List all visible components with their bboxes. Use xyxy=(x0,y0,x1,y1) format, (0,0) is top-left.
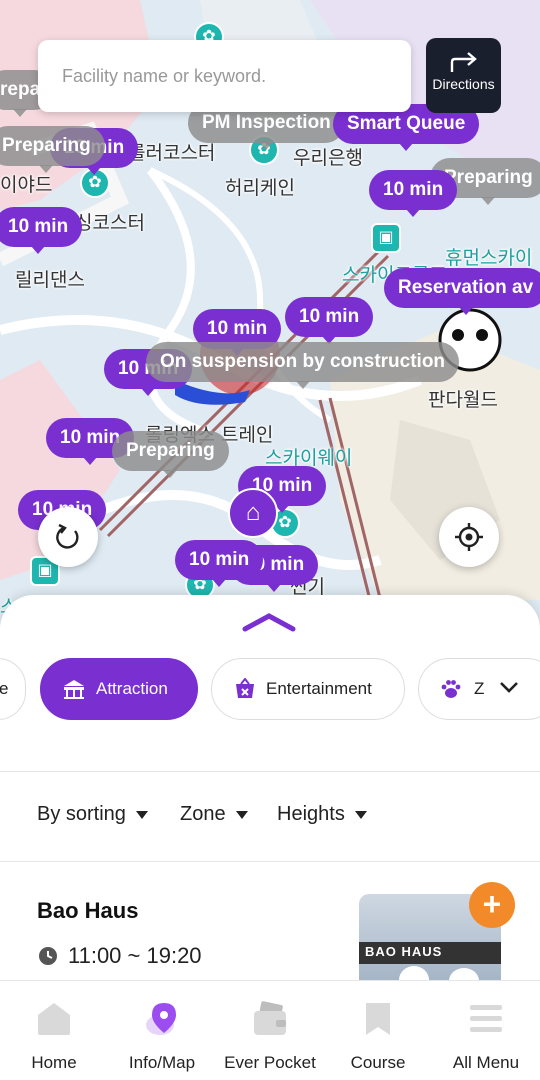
heights-dropdown[interactable]: Heights xyxy=(277,803,367,826)
map-label: 릴리댄스 xyxy=(15,269,85,291)
tab-info-map[interactable]: Info/Map xyxy=(108,981,216,1080)
add-button[interactable]: + xyxy=(469,882,515,928)
map-label: 판다월드 xyxy=(428,389,498,411)
map-label: 이야드 xyxy=(0,174,53,196)
directions-label: Directions xyxy=(432,76,495,92)
carousel-icon xyxy=(64,680,84,699)
wallet-icon xyxy=(254,1001,286,1035)
refresh-icon xyxy=(56,523,79,549)
map-label: 우리은행 xyxy=(293,147,363,169)
search-input[interactable] xyxy=(38,40,411,112)
category-expand-button[interactable] xyxy=(484,665,540,715)
divider xyxy=(0,861,540,862)
park-map[interactable]: ✿ ✿ ✿ ▣ ✿ ▣ ✿ 롤러코스터 우리은행 이야드 허리케인 싱코스터 휴… xyxy=(0,0,540,640)
tab-all-menu[interactable]: All Menu xyxy=(432,981,540,1080)
tab-ever-pocket[interactable]: Ever Pocket xyxy=(216,981,324,1080)
caret-down-icon xyxy=(235,810,248,819)
my-location-button[interactable] xyxy=(439,507,499,567)
category-chip[interactable]: e xyxy=(0,658,26,720)
reservation-pill[interactable]: Reservation av xyxy=(384,268,540,315)
reset-map-button[interactable] xyxy=(38,507,98,567)
bottom-tab-bar: Home Info/Map Ever Pocket Course All Men… xyxy=(0,980,540,1080)
status-pill[interactable]: Preparing xyxy=(112,431,229,478)
wait-time-pill[interactable]: 10 min xyxy=(175,540,264,587)
zone-dropdown[interactable]: Zone xyxy=(180,803,248,826)
chevron-down-icon xyxy=(500,682,518,693)
chevron-up-icon[interactable] xyxy=(242,611,296,633)
tab-home[interactable]: Home xyxy=(0,981,108,1080)
map-pin-icon xyxy=(146,1003,176,1035)
thumbnail-sign-text: BAO HAUS xyxy=(365,944,443,959)
status-pill[interactable]: On suspension by construction xyxy=(146,342,460,389)
gondola-icon[interactable]: ▣ xyxy=(371,223,401,253)
paw-icon xyxy=(441,680,461,698)
caret-down-icon xyxy=(135,810,148,819)
divider xyxy=(0,771,540,772)
crosshair-icon xyxy=(455,523,483,551)
clock-icon xyxy=(39,947,57,965)
performance-icon xyxy=(236,678,254,698)
tab-course[interactable]: Course xyxy=(324,981,432,1080)
bookmark-icon xyxy=(366,1003,390,1035)
directions-button[interactable]: Directions xyxy=(426,38,501,113)
status-pill[interactable]: Preparing xyxy=(0,126,105,173)
home-icon xyxy=(38,1003,70,1035)
category-chip-entertainment[interactable]: Entertainment xyxy=(211,658,405,720)
map-label: 싱코스터 xyxy=(75,212,145,234)
operating-hours: 11:00 ~ 19:20 xyxy=(68,943,202,968)
wait-time-pill[interactable]: 10 min xyxy=(285,297,374,344)
sort-dropdown[interactable]: By sorting xyxy=(37,803,148,826)
wait-time-pill[interactable]: 10 min xyxy=(0,207,83,254)
menu-icon xyxy=(470,1005,502,1032)
caret-down-icon xyxy=(354,810,367,819)
wait-time-pill[interactable]: 10 min xyxy=(369,170,458,217)
carousel-icon[interactable]: ⌂ xyxy=(228,488,278,538)
search-box[interactable] xyxy=(38,40,411,112)
category-chip-attraction[interactable]: Attraction xyxy=(40,658,198,720)
map-label: 휴먼스카이 xyxy=(445,247,533,269)
facility-title[interactable]: Bao Haus xyxy=(37,898,138,924)
map-label: 허리케인 xyxy=(225,177,295,199)
arrow-turn-right-icon xyxy=(450,52,477,72)
